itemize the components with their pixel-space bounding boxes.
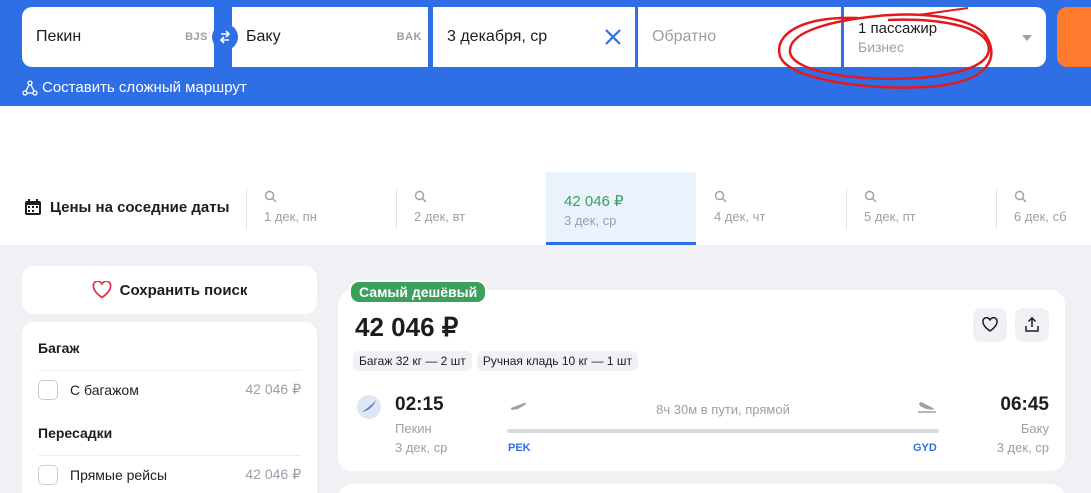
search-button[interactable] bbox=[1057, 7, 1091, 67]
complex-route-label: Составить сложный маршрут bbox=[42, 79, 247, 96]
baggage-option-price: 42 046 ₽ bbox=[245, 381, 301, 397]
date-cell-1[interactable]: 1 дек, пн bbox=[246, 172, 396, 245]
date-cell-5[interactable]: 5 дек, пт bbox=[846, 172, 996, 245]
arrival-city: Баку bbox=[1020, 421, 1049, 436]
date-label: 1 дек, пн bbox=[264, 209, 317, 224]
date-label: 2 дек, вт bbox=[414, 209, 466, 224]
date-cell-6[interactable]: 6 дек, сб bbox=[996, 172, 1091, 245]
transfers-filter-row[interactable]: Прямые рейсы 42 046 ₽ bbox=[38, 455, 301, 493]
arrival-time: 06:45 bbox=[1000, 394, 1049, 415]
departure-time: 02:15 bbox=[395, 394, 444, 415]
flight-duration: 8ч 30м в пути, прямой bbox=[656, 402, 790, 417]
carryon-chip: Ручная кладь 10 кг — 1 шт bbox=[476, 351, 638, 371]
direct-flights-price: 42 046 ₽ bbox=[245, 466, 301, 482]
transfers-filter-title: Пересадки bbox=[38, 425, 113, 441]
passengers-field[interactable]: 1 пассажир Бизнес bbox=[844, 7, 1046, 67]
calendar-icon bbox=[25, 199, 41, 215]
baggage-option-label: С багажом bbox=[70, 381, 139, 398]
departure-airport-code: PEK bbox=[508, 442, 531, 454]
date-label: 4 дек, чт bbox=[714, 209, 766, 224]
baggage-filter-title: Багаж bbox=[38, 340, 80, 356]
landing-icon bbox=[918, 402, 936, 413]
date-label: 6 дек, сб bbox=[1014, 209, 1067, 224]
origin-code: BJS bbox=[185, 31, 208, 43]
depart-date-value: 3 декабря, ср bbox=[447, 28, 548, 45]
search-icon bbox=[1014, 190, 1027, 203]
search-bar: Пекин BJS Баку BAK 3 декабря, ср Обратно… bbox=[0, 0, 1091, 106]
baggage-chip: Багаж 32 кг — 2 шт bbox=[353, 351, 472, 371]
baggage-filter-row[interactable]: С багажом 42 046 ₽ bbox=[38, 370, 301, 408]
departure-date: 3 дек, ср bbox=[395, 440, 448, 455]
passengers-count: 1 пассажир bbox=[858, 19, 938, 37]
depart-date-field[interactable]: 3 декабря, ср bbox=[433, 7, 635, 67]
date-cell-4[interactable]: 4 дек, чт bbox=[696, 172, 846, 245]
clear-icon[interactable] bbox=[603, 27, 623, 47]
date-cell-3-active[interactable]: 42 046 ₽ 3 дек, ср bbox=[546, 172, 696, 245]
complex-route-link[interactable]: Составить сложный маршрут bbox=[22, 79, 247, 96]
filters-panel: Багаж С багажом 42 046 ₽ Пересадки Прямы… bbox=[22, 322, 317, 493]
date-label: 3 дек, ср bbox=[564, 213, 617, 228]
destination-city: Баку bbox=[246, 28, 281, 45]
search-icon bbox=[864, 190, 877, 203]
search-icon bbox=[264, 190, 277, 203]
share-icon bbox=[1025, 317, 1039, 332]
origin-field[interactable]: Пекин BJS bbox=[22, 7, 214, 67]
save-search-label: Сохранить поиск bbox=[119, 281, 248, 299]
heart-icon bbox=[92, 281, 112, 299]
return-date-placeholder: Обратно bbox=[652, 28, 717, 45]
direct-flights-checkbox[interactable] bbox=[38, 464, 58, 485]
next-ticket-card[interactable] bbox=[338, 484, 1065, 493]
airline-logo-icon bbox=[357, 395, 381, 419]
search-icon bbox=[414, 190, 427, 203]
flight-route-line bbox=[507, 429, 939, 433]
arrival-date: 3 дек, ср bbox=[996, 440, 1049, 455]
direct-flights-label: Прямые рейсы bbox=[70, 466, 168, 483]
destination-code: BAK bbox=[396, 31, 422, 43]
search-icon bbox=[714, 190, 727, 203]
cheapest-badge: Самый дешёвый bbox=[349, 280, 488, 304]
return-date-field[interactable]: Обратно bbox=[638, 7, 841, 67]
nearby-dates-label: Цены на соседние даты bbox=[50, 198, 230, 216]
share-button[interactable] bbox=[1015, 308, 1049, 342]
arrival-airport-code: GYD bbox=[913, 442, 937, 454]
cabin-class: Бизнес bbox=[858, 38, 904, 55]
date-label: 5 дек, пт bbox=[864, 209, 916, 224]
baggage-checkbox[interactable] bbox=[38, 379, 58, 400]
departure-city: Пекин bbox=[395, 421, 432, 436]
chevron-down-icon bbox=[1022, 35, 1032, 41]
heart-icon bbox=[982, 317, 998, 332]
save-search-button[interactable]: Сохранить поиск bbox=[22, 266, 317, 314]
favorite-button[interactable] bbox=[973, 308, 1007, 342]
date-cell-2[interactable]: 2 дек, вт bbox=[396, 172, 546, 245]
swap-icon bbox=[219, 30, 231, 44]
date-price: 42 046 ₽ bbox=[564, 193, 624, 210]
route-icon bbox=[22, 79, 38, 96]
nearby-dates-title: Цены на соседние даты bbox=[24, 198, 229, 216]
ticket-price: 42 046 ₽ bbox=[355, 312, 459, 342]
swap-button[interactable] bbox=[212, 24, 238, 50]
ticket-chips: Багаж 32 кг — 2 шт Ручная кладь 10 кг — … bbox=[353, 351, 638, 371]
ticket-card[interactable]: 42 046 ₽ Багаж 32 кг — 2 шт Ручная кладь… bbox=[338, 290, 1065, 471]
nearby-dates-strip: Цены на соседние даты 1 дек, пн 2 дек, в… bbox=[0, 106, 1091, 245]
origin-city: Пекин bbox=[36, 28, 82, 45]
destination-field[interactable]: Баку BAK bbox=[232, 7, 428, 67]
